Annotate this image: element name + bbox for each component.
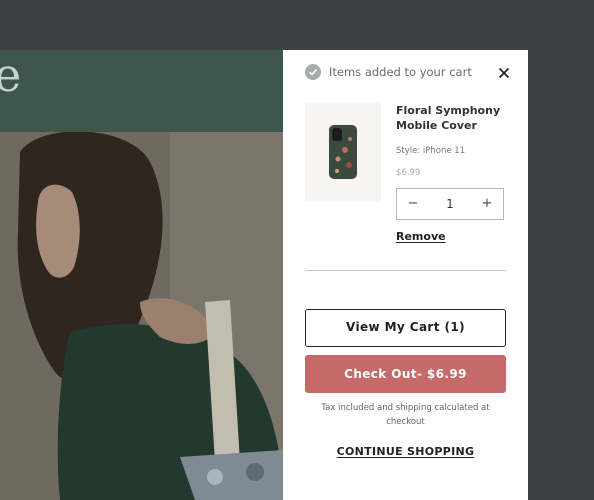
cart-drawer-header: Items added to your cart xyxy=(305,64,511,80)
product-title[interactable]: Floral Symphony Mobile Cover xyxy=(396,103,506,133)
woman-with-tote-image xyxy=(0,132,283,500)
product-price: $6.99 xyxy=(396,168,421,178)
quantity-input[interactable]: 1 xyxy=(429,189,471,219)
continue-shopping-link[interactable]: CONTINUE SHOPPING xyxy=(305,445,506,458)
check-circle-icon xyxy=(305,64,321,80)
increment-button[interactable]: + xyxy=(471,189,503,219)
remove-link[interactable]: Remove xyxy=(396,230,446,243)
hero-banner: e xyxy=(0,50,283,132)
cart-drawer: Items added to your cart Floral Symphony… xyxy=(283,50,528,500)
hero-photo xyxy=(0,132,283,500)
quantity-stepper: − 1 + xyxy=(396,188,504,220)
close-icon[interactable] xyxy=(497,65,511,79)
view-cart-button[interactable]: View My Cart (1) xyxy=(305,309,506,347)
tax-note: Tax included and shipping calculated at … xyxy=(321,403,490,427)
checkout-button[interactable]: Check Out- $6.99 xyxy=(305,355,506,393)
hero-heading-fragment: e xyxy=(0,48,22,102)
decrement-button[interactable]: − xyxy=(397,189,429,219)
phone-case-icon xyxy=(329,125,357,179)
cart-confirmation-text: Items added to your cart xyxy=(329,65,472,79)
divider xyxy=(305,270,506,271)
product-variant: Style: iPhone 11 xyxy=(396,146,466,156)
product-image[interactable] xyxy=(305,103,381,201)
